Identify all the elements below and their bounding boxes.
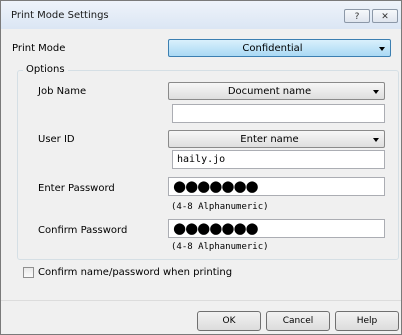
confirm-name-password-label: Confirm name/password when printing <box>38 267 233 278</box>
print-mode-value: Confidential <box>242 43 303 54</box>
enter-password-hint: (4-8 Alphanumeric) <box>171 202 269 212</box>
enter-password-input[interactable]: ●●●●●●● <box>168 177 385 196</box>
print-mode-label: Print Mode <box>12 43 66 54</box>
confirm-password-label: Confirm Password <box>38 225 128 236</box>
print-mode-select[interactable]: Confidential <box>168 39 391 57</box>
chevron-down-icon <box>373 138 379 142</box>
confirm-password-input[interactable]: ●●●●●●● <box>168 219 385 238</box>
confirm-name-password-checkbox[interactable] <box>23 267 34 278</box>
job-name-input[interactable] <box>172 104 385 123</box>
job-name-select-value: Document name <box>227 86 312 97</box>
confirm-password-hint: (4-8 Alphanumeric) <box>171 242 269 252</box>
user-id-select[interactable]: Enter name <box>168 130 385 148</box>
help-button[interactable]: Help <box>335 311 399 331</box>
cancel-button[interactable]: Cancel <box>266 311 330 331</box>
close-icon: ✕ <box>381 12 389 22</box>
close-button[interactable]: ✕ <box>372 9 398 23</box>
chevron-down-icon <box>373 90 379 94</box>
window-title: Print Mode Settings <box>11 10 109 21</box>
options-group-title: Options <box>23 64 68 75</box>
enter-password-label: Enter Password <box>38 183 115 194</box>
chevron-down-icon <box>379 47 385 51</box>
enter-password-masked: ●●●●●●● <box>173 177 259 195</box>
user-id-input[interactable]: haily.jo <box>172 150 385 169</box>
question-icon: ? <box>354 12 360 22</box>
user-id-label: User ID <box>38 134 75 145</box>
confirm-password-masked: ●●●●●●● <box>173 219 259 237</box>
user-id-input-value: haily.jo <box>177 154 226 165</box>
print-mode-settings-dialog: Print Mode Settings ? ✕ Print Mode Confi… <box>0 0 402 335</box>
job-name-select[interactable]: Document name <box>168 82 385 100</box>
footer-divider <box>1 300 401 301</box>
job-name-label: Job Name <box>38 86 87 97</box>
title-bar[interactable]: Print Mode Settings ? ✕ <box>1 1 401 29</box>
help-title-button[interactable]: ? <box>344 9 370 23</box>
user-id-select-value: Enter name <box>240 134 299 145</box>
ok-button[interactable]: OK <box>197 311 261 331</box>
